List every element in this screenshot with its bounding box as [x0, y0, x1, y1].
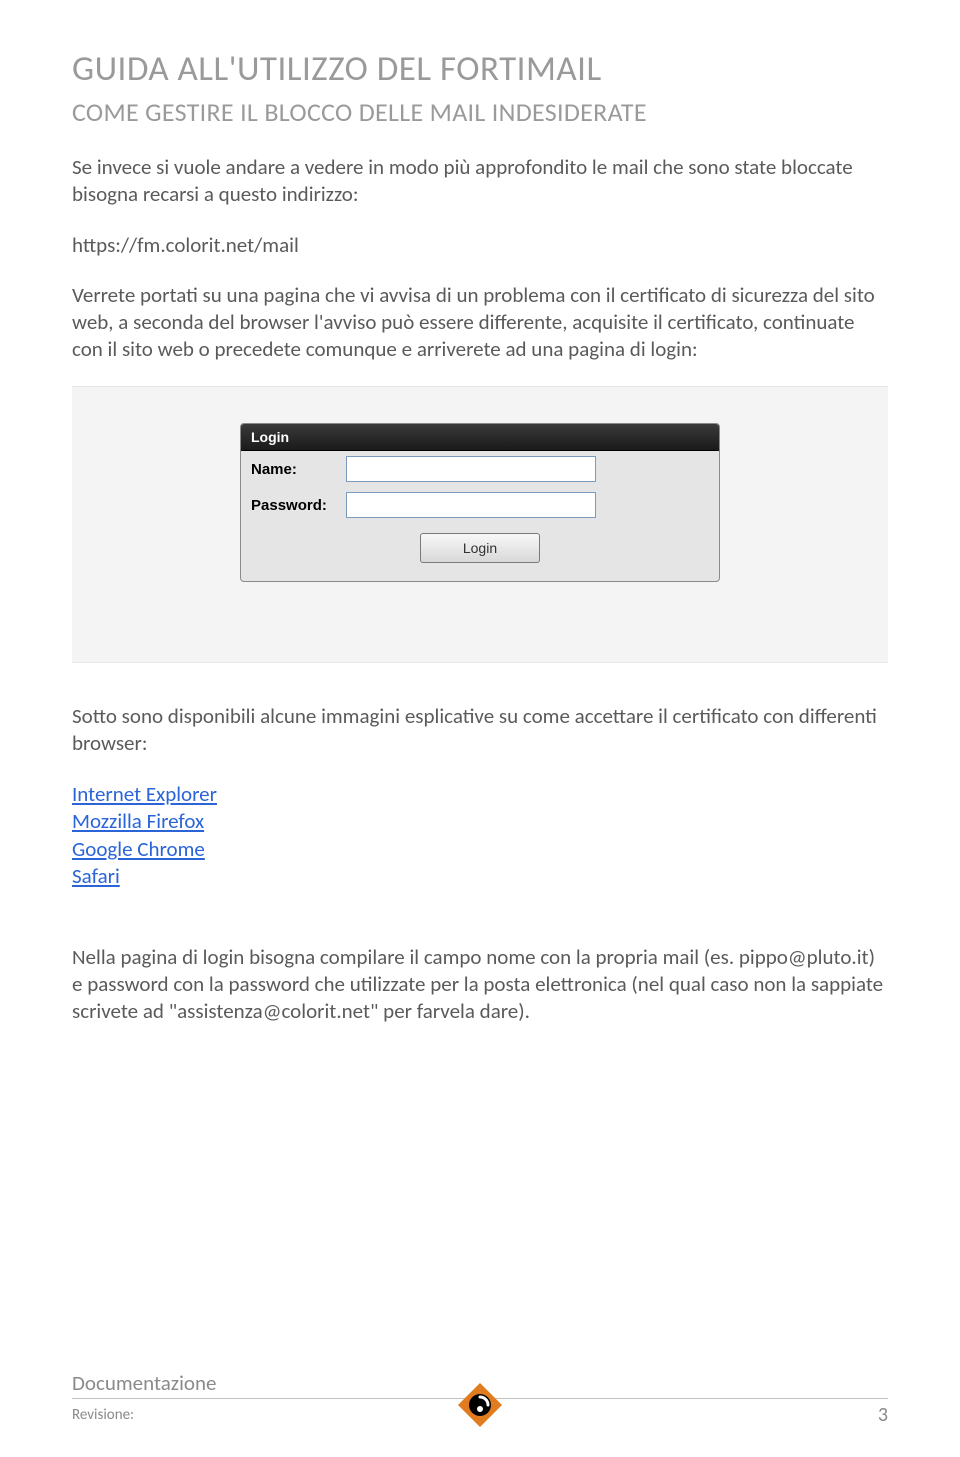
- login-box: Login Name: Password: Login: [240, 423, 720, 582]
- paragraph-intro: Se invece si vuole andare a vedere in mo…: [72, 154, 888, 208]
- link-firefox[interactable]: Mozzilla Firefox: [72, 808, 888, 835]
- paragraph-below-image: Sotto sono disponibili alcune immagini e…: [72, 703, 888, 757]
- login-header: Login: [241, 424, 719, 451]
- footer: Documentazione Revisione: 3: [72, 1370, 888, 1427]
- name-input[interactable]: [346, 456, 596, 482]
- password-input[interactable]: [346, 492, 596, 518]
- footer-revision: Revisione:: [72, 1406, 134, 1424]
- link-chrome[interactable]: Google Chrome: [72, 836, 888, 863]
- logo-icon: [456, 1381, 504, 1429]
- link-safari[interactable]: Safari: [72, 863, 888, 890]
- url-text: https://fm.colorit.net/mail: [72, 232, 888, 258]
- login-screenshot: Login Name: Password: Login: [72, 386, 888, 663]
- browser-links: Internet Explorer Mozzilla Firefox Googl…: [72, 781, 888, 890]
- link-ie[interactable]: Internet Explorer: [72, 781, 888, 808]
- page-number: 3: [878, 1403, 888, 1427]
- login-button[interactable]: Login: [420, 533, 540, 563]
- paragraph-after-url: Verrete portati su una pagina che vi avv…: [72, 282, 888, 363]
- name-label: Name:: [251, 461, 346, 478]
- page-title: GUIDA ALL'UTILIZZO DEL FORTIMAIL: [72, 48, 888, 90]
- password-label: Password:: [251, 497, 346, 514]
- page-subtitle: COME GESTIRE IL BLOCCO DELLE MAIL INDESI…: [72, 96, 888, 128]
- paragraph-final: Nella pagina di login bisogna compilare …: [72, 944, 888, 1025]
